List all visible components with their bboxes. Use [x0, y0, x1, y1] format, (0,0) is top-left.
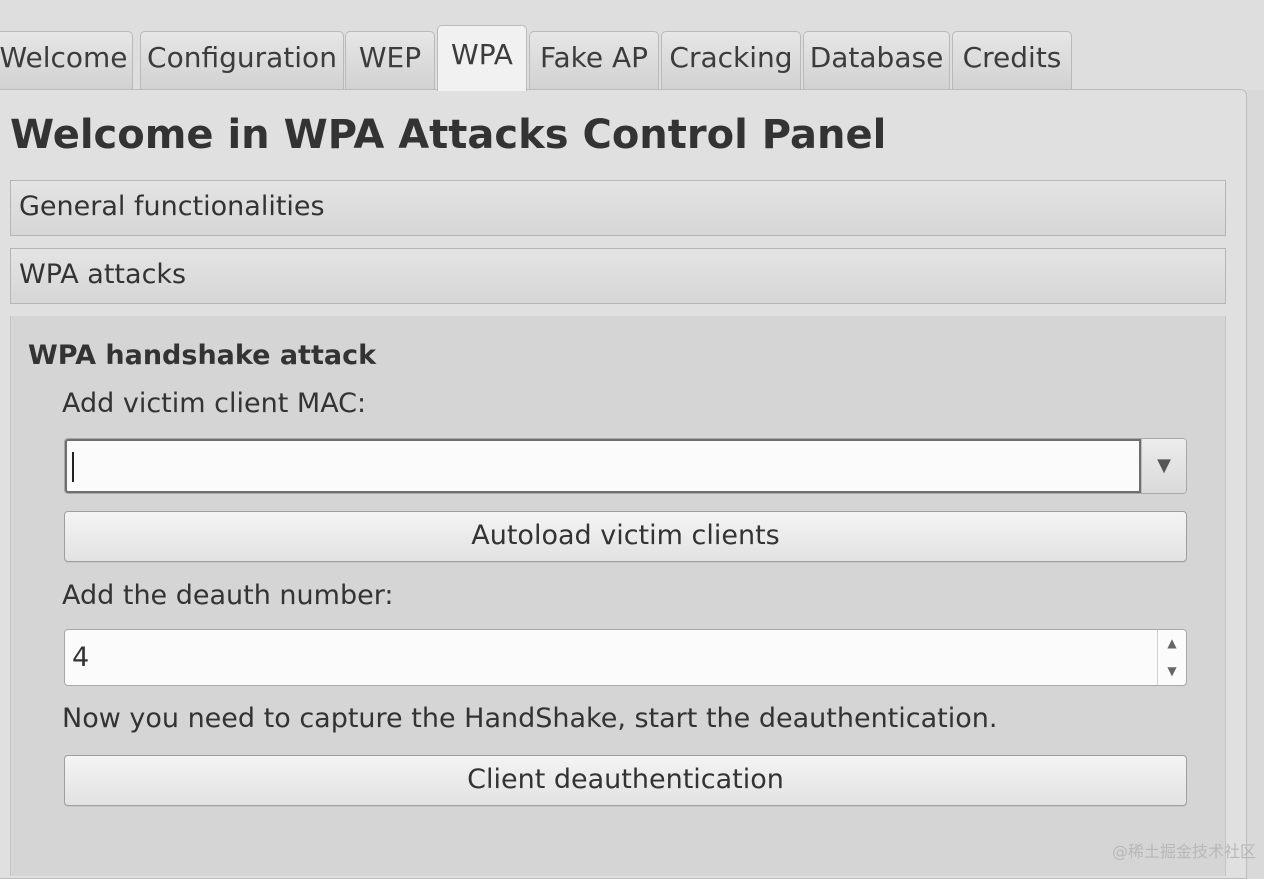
tab-welcome[interactable]: Welcome: [0, 31, 133, 89]
tab-wep[interactable]: WEP: [345, 31, 435, 89]
watermark: @稀土掘金技术社区: [1112, 838, 1256, 862]
section-general-functionalities[interactable]: General functionalities: [10, 180, 1226, 236]
handshake-group-title: WPA handshake attack: [28, 340, 376, 371]
autoload-victim-clients-button[interactable]: Autoload victim clients: [64, 511, 1187, 562]
tab-cracking[interactable]: Cracking: [661, 31, 801, 89]
spin-down-icon[interactable]: ▼: [1158, 664, 1186, 678]
client-deauthentication-button[interactable]: Client deauthentication: [64, 755, 1187, 806]
victim-mac-input[interactable]: [65, 439, 1141, 493]
tab-fake-ap[interactable]: Fake AP: [529, 31, 659, 89]
spin-up-icon[interactable]: ▲: [1158, 636, 1186, 650]
page-title: Welcome in WPA Attacks Control Panel: [10, 112, 886, 158]
spin-buttons: ▲ ▼: [1157, 630, 1186, 685]
dropdown-arrow-icon[interactable]: ▼: [1141, 439, 1186, 493]
capture-note: Now you need to capture the HandShake, s…: [62, 703, 997, 734]
tab-configuration[interactable]: Configuration: [140, 31, 344, 89]
deauth-number-spinbox[interactable]: 4 ▲ ▼: [64, 629, 1187, 686]
tab-bar: Welcome Configuration WEP WPA Fake AP Cr…: [0, 0, 1264, 90]
text-caret: [72, 452, 74, 482]
section-wpa-attacks[interactable]: WPA attacks: [10, 248, 1226, 304]
victim-mac-combobox[interactable]: ▼: [64, 438, 1187, 494]
tab-credits[interactable]: Credits: [952, 31, 1072, 89]
tab-database[interactable]: Database: [803, 31, 950, 89]
deauth-number-value[interactable]: 4: [72, 630, 89, 685]
victim-mac-label: Add victim client MAC:: [62, 388, 366, 419]
tab-wpa[interactable]: WPA: [437, 25, 527, 91]
deauth-number-label: Add the deauth number:: [62, 580, 393, 611]
